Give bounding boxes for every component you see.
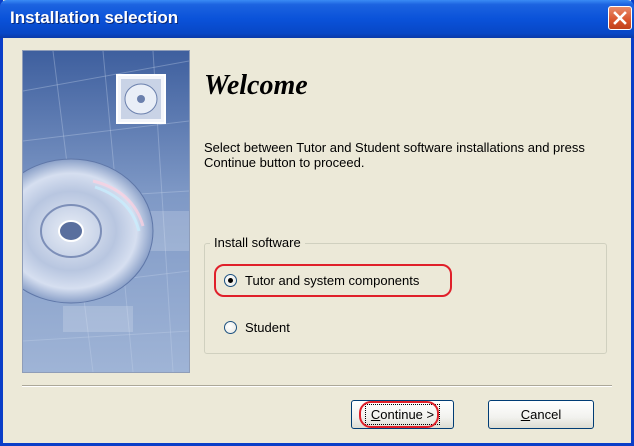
radio-student-label: Student — [245, 320, 290, 335]
radio-student[interactable]: Student — [224, 320, 290, 335]
tutor-option-highlight — [214, 264, 452, 297]
title-bar[interactable]: Installation selection — [0, 0, 634, 38]
welcome-heading: Welcome — [204, 70, 308, 101]
separator — [22, 385, 612, 387]
radio-button-unchecked[interactable] — [224, 321, 237, 334]
close-icon — [613, 11, 627, 25]
description-text: Select between Tutor and Student softwar… — [204, 140, 585, 170]
group-legend: Install software — [210, 235, 305, 250]
continue-button-highlight — [359, 401, 439, 428]
cancel-button[interactable]: Cancel — [488, 400, 594, 429]
install-software-group — [204, 243, 607, 354]
close-button[interactable] — [608, 6, 632, 30]
banner-image — [22, 50, 190, 373]
window-title: Installation selection — [10, 8, 179, 27]
cancel-button-label: Cancel — [520, 407, 562, 422]
